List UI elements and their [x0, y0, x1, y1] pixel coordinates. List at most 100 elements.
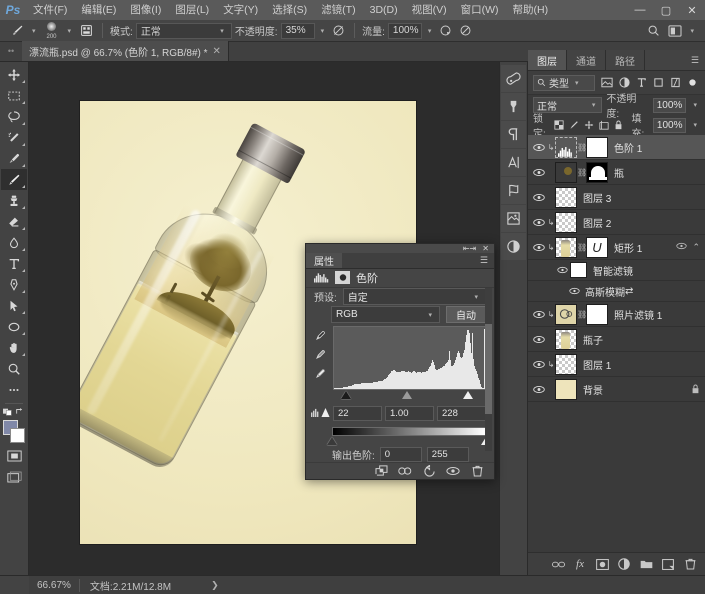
zoom-tool[interactable] [1, 358, 27, 379]
new-group-button[interactable] [639, 557, 653, 571]
layer-style-button[interactable]: fx [573, 557, 587, 571]
marquee-tool[interactable] [1, 85, 27, 106]
panel-menu-icon[interactable]: ☰ [474, 253, 494, 268]
path-selection-tool[interactable] [1, 295, 27, 316]
layer-thumbnail[interactable] [555, 161, 577, 183]
eye-icon[interactable] [530, 310, 547, 319]
link-icon[interactable]: ⛓ [577, 143, 587, 152]
brush-tool[interactable] [1, 169, 27, 190]
eye-icon[interactable] [530, 385, 547, 394]
filter-smart-object-icon[interactable] [668, 76, 682, 90]
view-previous-state-button[interactable] [398, 464, 412, 478]
add-layer-mask-button[interactable] [595, 557, 609, 571]
opacity-chevron-icon[interactable]: ▾ [318, 27, 328, 35]
move-tool[interactable] [1, 64, 27, 85]
color-panel-icon[interactable] [501, 65, 526, 92]
paragraph-panel-icon[interactable] [501, 121, 526, 148]
eye-icon[interactable] [530, 218, 547, 227]
eye-icon[interactable] [530, 143, 547, 152]
layer-thumbnail[interactable] [555, 236, 577, 258]
layer-mask-thumbnail[interactable] [586, 161, 608, 183]
minimize-button[interactable]: — [627, 0, 653, 20]
output-black-slider[interactable] [327, 437, 337, 446]
adjustment-layer-panel-icon[interactable] [501, 233, 526, 260]
layer-row-layer-1[interactable]: ↳ 图层 1 [528, 352, 705, 377]
layer-row-layer-3[interactable]: 图层 3 [528, 185, 705, 210]
input-gamma-value[interactable]: 1.00 [385, 405, 434, 421]
layer-thumbnail[interactable] [555, 136, 577, 158]
menu-help[interactable]: 帮助(H) [506, 0, 556, 20]
layer-filter-type-select[interactable]: 类型 ▾ [533, 74, 595, 91]
eye-icon[interactable] [554, 266, 570, 274]
color-swatches[interactable] [1, 419, 27, 445]
eye-icon[interactable] [530, 335, 547, 344]
menu-3d[interactable]: 3D(D) [363, 0, 405, 20]
fill-chevron-icon[interactable]: ▾ [690, 121, 700, 129]
hand-tool[interactable] [1, 337, 27, 358]
character-panel-icon[interactable] [501, 149, 526, 176]
link-icon[interactable]: ⛓ [577, 168, 587, 177]
lock-transparency-icon[interactable] [554, 120, 565, 130]
input-white-slider[interactable] [463, 390, 473, 399]
layer-thumbnail[interactable] [555, 353, 577, 375]
eye-icon[interactable] [530, 243, 547, 252]
flow-input[interactable]: 100% [387, 22, 422, 39]
menu-view[interactable]: 视图(V) [405, 0, 454, 20]
pressure-size-toggle-icon[interactable] [457, 22, 474, 39]
layer-fill-input[interactable]: 100% [652, 117, 687, 133]
set-white-point-eyedropper-icon[interactable] [314, 368, 326, 380]
preset-select[interactable]: 自定 ▾ [342, 288, 486, 306]
smart-filter-mask-thumbnail[interactable] [570, 262, 587, 278]
close-icon[interactable]: ✕ [213, 46, 221, 57]
layer-mask-icon[interactable] [335, 271, 350, 285]
clone-stamp-tool[interactable] [1, 190, 27, 211]
eye-icon[interactable] [530, 360, 547, 369]
menu-window[interactable]: 窗口(W) [454, 0, 506, 20]
close-button[interactable]: ✕ [679, 0, 705, 20]
layer-opacity-input[interactable]: 100% [652, 97, 687, 113]
brush-tool-icon[interactable] [8, 22, 26, 39]
filter-type-icon[interactable] [634, 76, 648, 90]
zoom-level-field[interactable]: 66.67% [29, 578, 80, 592]
set-black-point-eyedropper-icon[interactable] [314, 330, 326, 342]
quick-mask-button[interactable] [1, 445, 27, 466]
brush-panel-toggle-icon[interactable] [77, 22, 95, 39]
layer-thumbnail[interactable] [555, 378, 577, 400]
clip-to-layer-button[interactable] [374, 464, 388, 478]
more-tools-button[interactable] [1, 379, 27, 400]
layer-row-background[interactable]: 背景 [528, 377, 705, 402]
layer-mask-thumbnail[interactable] [586, 303, 608, 325]
filter-toggle-icon[interactable] [685, 76, 699, 90]
filter-shape-icon[interactable] [651, 76, 665, 90]
magic-wand-tool[interactable] [1, 127, 27, 148]
airbrush-toggle-icon[interactable] [437, 22, 454, 39]
input-gamma-slider[interactable] [402, 390, 413, 399]
background-color-swatch[interactable] [10, 428, 25, 443]
opacity-chevron-icon[interactable]: ▾ [690, 101, 700, 109]
layer-thumbnail[interactable] [555, 303, 577, 325]
layer-mask-thumbnail[interactable] [586, 136, 608, 158]
layer-row-levels-1[interactable]: ↳ ⛓ 色阶 1 [528, 135, 705, 160]
document-tab[interactable]: 漂流瓶.psd @ 66.7% (色阶 1, RGB/8#) * ✕ [22, 41, 229, 61]
input-black-value[interactable]: 22 [333, 405, 382, 421]
flow-chevron-icon[interactable]: ▾ [425, 27, 435, 35]
eye-icon[interactable] [530, 193, 547, 202]
new-adjustment-layer-button[interactable] [617, 557, 631, 571]
layer-list[interactable]: ↳ ⛓ 色阶 1 ⛓ 瓶 图层 3 ↳ 图层 2 ↳ ⛓ U 矩形 1 ⌃ 智能… [528, 135, 705, 552]
smart-filter-eye-icon[interactable] [676, 242, 688, 253]
properties-panel[interactable]: ⇤⇥ ✕ 属性 ☰ 色阶 预设: 自定 ▾ RGB ▾ 自动 22 1.00 2… [305, 243, 495, 480]
eyedropper-tool[interactable] [1, 148, 27, 169]
lock-position-icon[interactable] [584, 120, 594, 130]
blur-tool[interactable] [1, 232, 27, 253]
set-gray-point-eyedropper-icon[interactable] [314, 349, 326, 361]
lock-all-icon[interactable] [614, 120, 623, 130]
output-black-value[interactable]: 0 [379, 446, 422, 462]
delete-adjustment-button[interactable] [470, 464, 484, 478]
menu-type[interactable]: 文字(Y) [216, 0, 265, 20]
lock-artboard-icon[interactable] [599, 120, 610, 130]
screen-mode-button[interactable] [1, 466, 27, 487]
close-icon[interactable]: ✕ [482, 244, 489, 253]
properties-scrollbar[interactable] [485, 288, 492, 451]
layer-row-rectangle-1[interactable]: ↳ ⛓ U 矩形 1 ⌃ [528, 235, 705, 260]
input-black-slider[interactable] [341, 390, 352, 399]
